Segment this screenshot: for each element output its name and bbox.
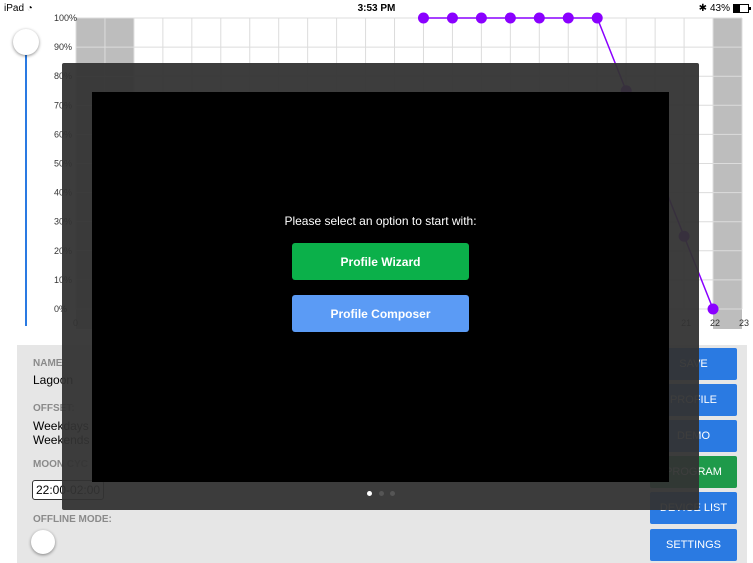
page-dot-1[interactable] xyxy=(367,491,372,496)
profile-composer-button[interactable]: Profile Composer xyxy=(292,295,469,332)
profile-wizard-button[interactable]: Profile Wizard xyxy=(292,243,469,280)
page-dot-2[interactable] xyxy=(379,491,384,496)
data-point xyxy=(707,303,719,315)
data-point xyxy=(446,12,458,24)
y-tick-label: 100% xyxy=(54,13,77,23)
data-point xyxy=(475,12,487,24)
intensity-slider-track[interactable] xyxy=(25,44,27,326)
data-point xyxy=(504,12,516,24)
data-point xyxy=(417,12,429,24)
name-label: NAME xyxy=(33,358,63,369)
x-tick-label: 23 xyxy=(739,318,749,328)
data-point xyxy=(533,12,545,24)
settings-button[interactable]: SETTINGS xyxy=(650,529,737,561)
y-tick-label: 90% xyxy=(54,42,72,52)
start-options-modal: Please select an option to start with: P… xyxy=(92,92,669,482)
offline-mode-toggle[interactable] xyxy=(31,530,55,554)
modal-prompt: Please select an option to start with: xyxy=(284,214,477,228)
data-point xyxy=(562,12,574,24)
shaded-range-1 xyxy=(713,18,742,329)
intensity-slider-knob[interactable] xyxy=(13,29,39,55)
page-dot-3[interactable] xyxy=(390,491,395,496)
data-point xyxy=(591,12,603,24)
offline-mode-label: OFFLINE MODE: xyxy=(33,514,112,525)
x-tick-label: 22 xyxy=(710,318,720,328)
